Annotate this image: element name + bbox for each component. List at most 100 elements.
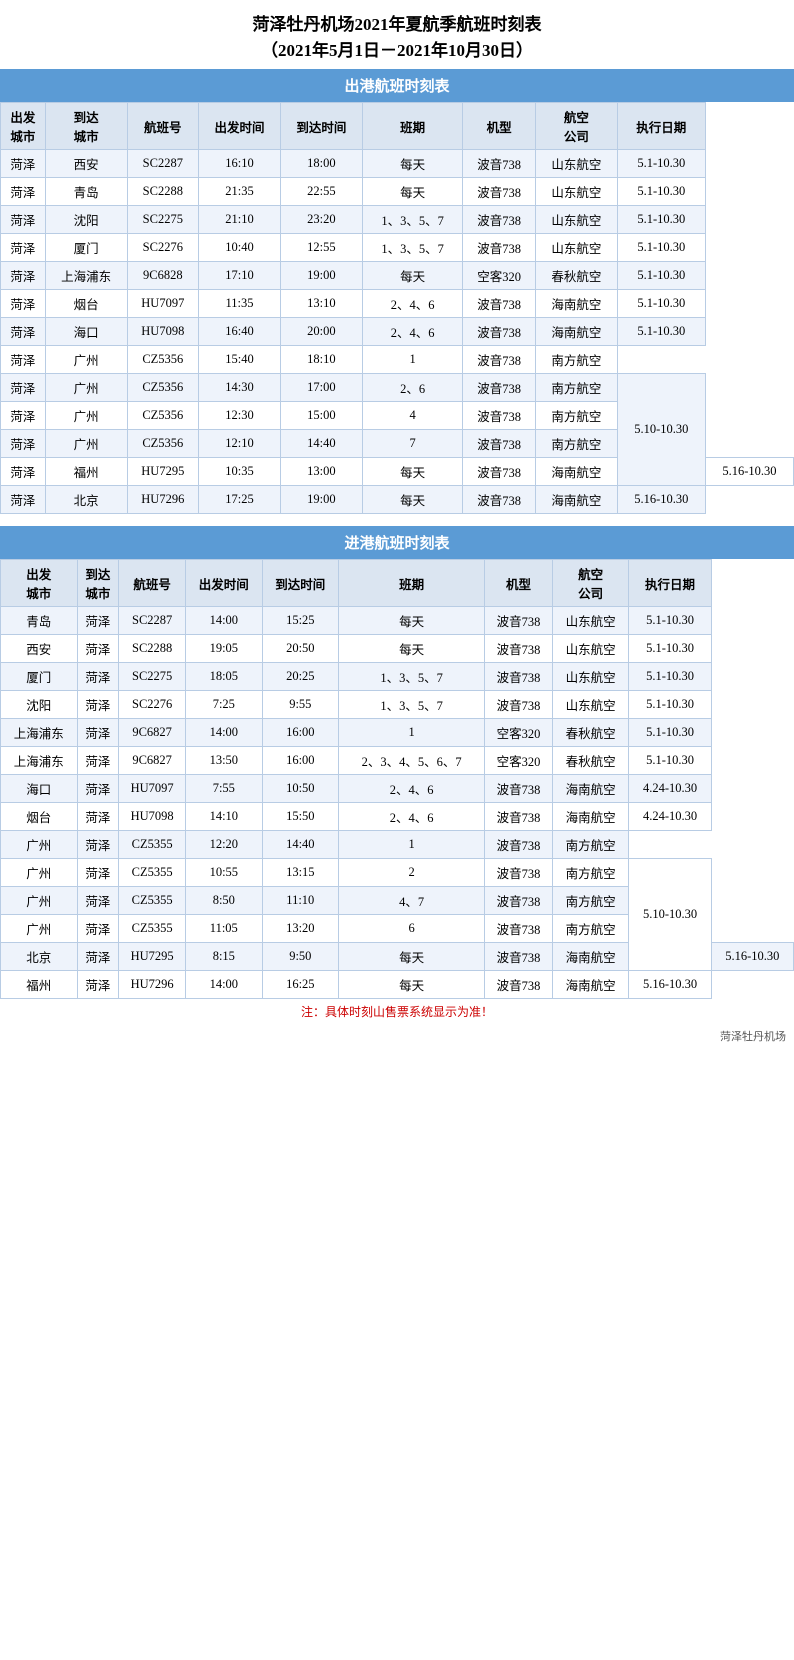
table-cell: 菏泽 <box>77 663 119 691</box>
table-cell: 菏泽 <box>1 402 46 430</box>
table-row: 菏泽青岛SC228821:3522:55每天波音738山东航空5.1-10.30 <box>1 178 794 206</box>
table-cell: 山东航空 <box>552 635 629 663</box>
table-cell: 广州 <box>1 831 78 859</box>
table-cell: 上海浦东 <box>1 719 78 747</box>
table-cell: 5.1-10.30 <box>617 178 705 206</box>
table-cell: 9:55 <box>262 691 339 719</box>
table-cell: 菏泽 <box>77 635 119 663</box>
table-cell: 菏泽 <box>1 150 46 178</box>
footer-note: 注：具体时刻山售票系统显示为准！ <box>0 999 794 1026</box>
table-row: 广州菏泽CZ535512:2014:401波音738南方航空 <box>1 831 794 859</box>
table-cell: 9C6827 <box>119 747 186 775</box>
table-cell: 南方航空 <box>535 374 617 402</box>
table-cell: 波音738 <box>463 346 536 374</box>
table-cell: 烟台 <box>45 290 127 318</box>
table-row: 沈阳菏泽SC22767:259:551、3、5、7波音738山东航空5.1-10… <box>1 691 794 719</box>
table-cell: 13:15 <box>262 859 339 887</box>
table-cell: 福州 <box>1 971 78 999</box>
table-cell: CZ5355 <box>119 831 186 859</box>
table-cell: 11:35 <box>199 290 281 318</box>
table-cell: 波音738 <box>463 150 536 178</box>
table-cell: 北京 <box>45 486 127 514</box>
table-cell: 空客320 <box>485 719 553 747</box>
table-cell: 菏泽 <box>1 318 46 346</box>
table-cell: 5.1-10.30 <box>629 691 711 719</box>
table-cell: 上海浦东 <box>45 262 127 290</box>
table-cell: 19:05 <box>186 635 263 663</box>
table-cell: SC2288 <box>119 635 186 663</box>
table-cell: CZ5355 <box>119 859 186 887</box>
table-cell: 山东航空 <box>552 607 629 635</box>
table-cell: 厦门 <box>45 234 127 262</box>
table-cell: CZ5355 <box>119 915 186 943</box>
table-cell: 北京 <box>1 943 78 971</box>
col-exec-date: 执行日期 <box>617 103 705 150</box>
table-cell: 2、4、6 <box>362 290 462 318</box>
table-cell: HU7097 <box>119 775 186 803</box>
table-cell: 5.10-10.30 <box>629 859 711 971</box>
table-cell: 菏泽 <box>77 887 119 915</box>
table-cell: 海口 <box>1 775 78 803</box>
table-cell: 14:40 <box>280 430 362 458</box>
table-row: 厦门菏泽SC227518:0520:251、3、5、7波音738山东航空5.1-… <box>1 663 794 691</box>
col-arr-time-arr: 到达时间 <box>262 560 339 607</box>
table-cell: 10:35 <box>199 458 281 486</box>
table-cell: 波音738 <box>485 943 553 971</box>
table-cell: 每天 <box>362 458 462 486</box>
table-cell: 5.1-10.30 <box>617 290 705 318</box>
table-cell: SC2287 <box>119 607 186 635</box>
table-row: 海口菏泽HU70977:5510:502、4、6波音738海南航空4.24-10… <box>1 775 794 803</box>
table-cell: 每天 <box>362 262 462 290</box>
table-row: 福州菏泽HU729614:0016:25每天波音738海南航空5.16-10.3… <box>1 971 794 999</box>
table-cell: 5.1-10.30 <box>629 635 711 663</box>
table-cell: 19:00 <box>280 262 362 290</box>
table-cell: 12:55 <box>280 234 362 262</box>
col-dep-time: 出发时间 <box>199 103 281 150</box>
table-cell: 5.1-10.30 <box>617 150 705 178</box>
table-cell: HU7295 <box>119 943 186 971</box>
table-cell: 10:55 <box>186 859 263 887</box>
table-cell: 菏泽 <box>77 971 119 999</box>
table-cell: 21:10 <box>199 206 281 234</box>
table-cell: 14:00 <box>186 971 263 999</box>
section-spacer <box>0 514 794 526</box>
table-cell: 每天 <box>362 178 462 206</box>
table-cell: 16:00 <box>262 719 339 747</box>
table-cell: 18:05 <box>186 663 263 691</box>
table-cell: 海南航空 <box>535 290 617 318</box>
table-cell: 14:10 <box>186 803 263 831</box>
col-exec-date-arr: 执行日期 <box>629 560 711 607</box>
table-cell: 11:05 <box>186 915 263 943</box>
table-cell: 空客320 <box>485 747 553 775</box>
table-cell: 15:00 <box>280 402 362 430</box>
table-cell: 每天 <box>339 943 485 971</box>
table-cell: 20:50 <box>262 635 339 663</box>
table-cell: 菏泽 <box>77 775 119 803</box>
table-cell: 西安 <box>45 150 127 178</box>
table-cell: 菏泽 <box>77 943 119 971</box>
table-cell: 2、4、6 <box>362 318 462 346</box>
table-cell: 13:10 <box>280 290 362 318</box>
table-row: 菏泽沈阳SC227521:1023:201、3、5、7波音738山东航空5.1-… <box>1 206 794 234</box>
table-cell: 14:30 <box>199 374 281 402</box>
table-cell: 波音738 <box>485 859 553 887</box>
departure-header-row: 出发城市 到达城市 航班号 出发时间 到达时间 班期 机型 航空公司 执行日期 <box>1 103 794 150</box>
table-cell: 2 <box>339 859 485 887</box>
table-cell: 2、6 <box>362 374 462 402</box>
table-cell: 海南航空 <box>535 318 617 346</box>
table-cell: 23:20 <box>280 206 362 234</box>
table-cell: 波音738 <box>463 402 536 430</box>
table-cell: 广州 <box>45 374 127 402</box>
table-cell: 山东航空 <box>535 150 617 178</box>
table-cell: 山东航空 <box>535 206 617 234</box>
table-cell: 山东航空 <box>535 234 617 262</box>
table-cell: 菏泽 <box>1 458 46 486</box>
table-cell: 7 <box>362 430 462 458</box>
table-cell: 菏泽 <box>1 234 46 262</box>
col-dep-time-arr: 出发时间 <box>186 560 263 607</box>
table-cell: 春秋航空 <box>552 747 629 775</box>
table-cell: 13:20 <box>262 915 339 943</box>
table-cell: 7:55 <box>186 775 263 803</box>
table-cell: 南方航空 <box>535 346 617 374</box>
table-cell: 5.1-10.30 <box>629 607 711 635</box>
